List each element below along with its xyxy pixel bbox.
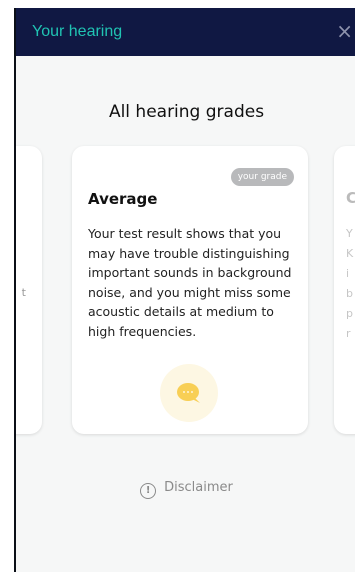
chat-bubble-icon bbox=[160, 364, 218, 422]
next-grade-card[interactable]: C Y K i b p r bbox=[334, 146, 355, 434]
disclaimer-link[interactable]: ! Disclaimer bbox=[16, 480, 355, 499]
grade-description: Your test result shows that you may have… bbox=[88, 226, 292, 339]
card-text-fragment: r bbox=[346, 327, 351, 340]
card-text-fragment: b bbox=[346, 287, 353, 300]
card-text-fragment: p bbox=[346, 307, 353, 320]
card-text-fragment: i bbox=[346, 267, 350, 280]
card-text-fragment: C bbox=[346, 190, 355, 206]
previous-grade-card[interactable]: t bbox=[16, 146, 42, 434]
card-text-fragment: t bbox=[21, 286, 26, 299]
your-grade-badge: your grade bbox=[230, 168, 294, 186]
grade-title: Average bbox=[88, 190, 158, 208]
card-text-fragment: K bbox=[346, 247, 354, 260]
current-grade-card: your grade Average Your test result show… bbox=[72, 146, 308, 434]
hearing-modal: Your hearing × All hearing grades t your… bbox=[14, 8, 355, 572]
section-title: All hearing grades bbox=[108, 102, 265, 122]
modal-title: Your hearing bbox=[32, 23, 123, 40]
card-text-fragment: Y bbox=[346, 227, 353, 240]
disclaimer-label: Disclaimer bbox=[164, 480, 233, 495]
modal-header: Your hearing × bbox=[16, 8, 355, 56]
close-icon[interactable]: × bbox=[336, 21, 353, 41]
info-icon: ! bbox=[140, 483, 157, 499]
